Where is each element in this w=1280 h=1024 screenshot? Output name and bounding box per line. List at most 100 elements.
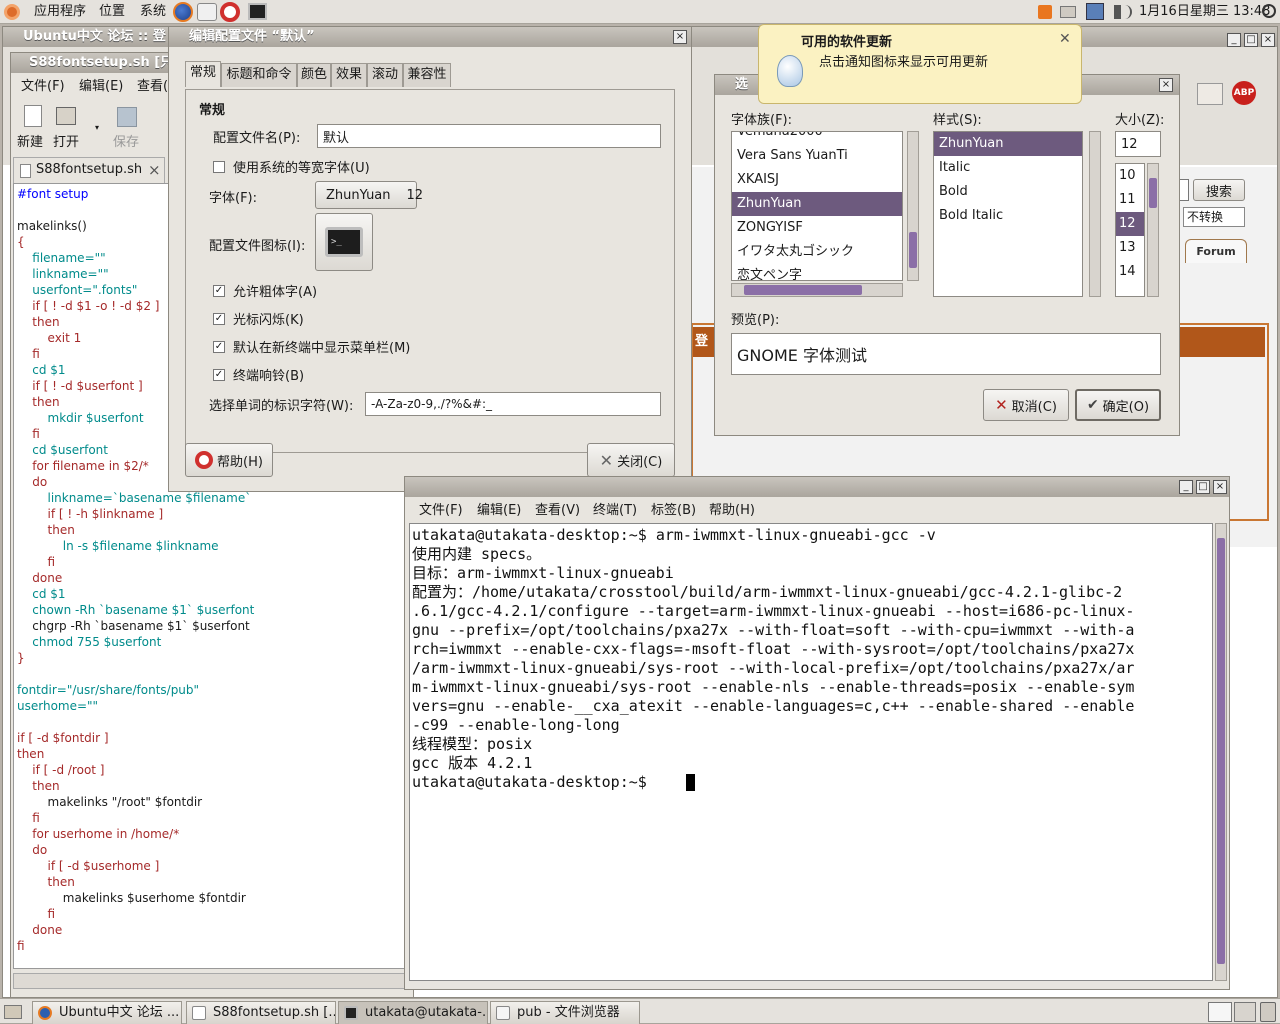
family-hscrollbar-thumb[interactable] bbox=[744, 285, 862, 295]
ok-button[interactable]: ✔ 确定(O) bbox=[1075, 389, 1161, 421]
editor-menu-edit[interactable]: 编辑(E) bbox=[79, 75, 123, 99]
terminal-bell-checkbox[interactable]: ✓ 终端响铃(B) bbox=[213, 365, 304, 384]
size-item[interactable]: 10 bbox=[1116, 164, 1144, 188]
tab-colors[interactable]: 颜色 bbox=[297, 63, 331, 87]
workspace-switcher-2[interactable] bbox=[1234, 1002, 1256, 1022]
terminal-menu-item[interactable]: 标签(B) bbox=[651, 499, 696, 523]
menu-applications[interactable]: 应用程序 bbox=[34, 0, 86, 24]
update-notification[interactable]: 可用的软件更新 点击通知图标来显示可用更新 ✕ bbox=[758, 24, 1082, 104]
style-item[interactable]: ZhunYuan bbox=[934, 132, 1082, 156]
editor-menu-file[interactable]: 文件(F) bbox=[21, 75, 65, 99]
terminal-scrollbar[interactable] bbox=[1215, 523, 1227, 981]
size-scrollbar-thumb[interactable] bbox=[1149, 178, 1157, 208]
workspace-switcher[interactable] bbox=[1208, 1002, 1232, 1022]
preview-text[interactable]: GNOME 字体测试 bbox=[731, 333, 1161, 375]
family-list[interactable]: Vemana2000 Vera Sans YuanTi XKAISJ ZhunYuan… bbox=[731, 131, 903, 281]
family-scrollbar-thumb[interactable] bbox=[909, 232, 917, 268]
browser-minimize-button[interactable]: _ bbox=[1227, 33, 1241, 47]
taskbar-item-editor[interactable]: S88fontsetup.sh [... bbox=[186, 1001, 336, 1024]
firefox-launcher-icon[interactable] bbox=[173, 2, 193, 22]
ubuntu-logo-icon[interactable] bbox=[4, 4, 20, 20]
help-button[interactable]: 帮助(H) bbox=[185, 443, 273, 477]
family-item[interactable]: XKAISJ bbox=[732, 168, 902, 192]
tab-compatibility[interactable]: 兼容性 bbox=[403, 63, 451, 87]
printer-icon[interactable] bbox=[1060, 6, 1076, 18]
terminal-scrollbar-thumb[interactable] bbox=[1217, 538, 1225, 964]
size-item[interactable]: 11 bbox=[1116, 188, 1144, 212]
browser-maximize-button[interactable]: □ bbox=[1244, 33, 1258, 47]
volume-icon[interactable] bbox=[1114, 5, 1132, 19]
menu-places[interactable]: 位置 bbox=[99, 0, 125, 24]
taskbar-item-files[interactable]: pub - 文件浏览器 bbox=[490, 1001, 640, 1024]
taskbar-item-terminal[interactable]: utakata@utakata-... bbox=[338, 1001, 488, 1024]
page-search-button[interactable]: 搜索 bbox=[1193, 179, 1245, 201]
style-item[interactable]: Bold Italic bbox=[934, 204, 1082, 228]
save-button[interactable]: 保存 bbox=[109, 103, 145, 150]
size-item[interactable]: 14 bbox=[1116, 260, 1144, 284]
tab-effects[interactable]: 效果 bbox=[331, 63, 367, 87]
profile-close-icon[interactable]: × bbox=[673, 30, 687, 44]
terminal-menu-item[interactable]: 帮助(H) bbox=[709, 499, 755, 523]
system-font-checkbox[interactable]: 使用系统的等宽字体(U) bbox=[213, 157, 370, 176]
convert-select[interactable]: 不转换 bbox=[1183, 207, 1245, 227]
style-item[interactable]: Italic bbox=[934, 156, 1082, 180]
font-dialog-close-icon[interactable]: × bbox=[1159, 78, 1173, 92]
family-item[interactable]: ZhunYuan bbox=[732, 192, 902, 216]
editor-hscrollbar[interactable] bbox=[13, 973, 411, 989]
trash-icon[interactable] bbox=[1260, 1002, 1276, 1022]
editor-tab[interactable]: S88fontsetup.sh × bbox=[13, 157, 165, 183]
new-button[interactable]: 新建 bbox=[15, 103, 51, 150]
family-scrollbar[interactable] bbox=[907, 131, 919, 281]
profile-name-input[interactable]: 默认 bbox=[317, 124, 661, 148]
show-desktop-icon[interactable] bbox=[4, 1005, 22, 1019]
font-picker-button[interactable]: ZhunYuan 12 bbox=[315, 181, 423, 209]
terminal-menu-item[interactable]: 查看(V) bbox=[535, 499, 580, 523]
size-input[interactable]: 12 bbox=[1115, 131, 1161, 157]
word-chars-input[interactable]: -A-Za-z0-9,./?%&#:_ bbox=[365, 392, 661, 416]
allow-bold-checkbox[interactable]: ✓ 允许粗体字(A) bbox=[213, 281, 317, 300]
help-launcher-icon[interactable] bbox=[220, 2, 240, 22]
taskbar-item-browser[interactable]: Ubuntu中文 论坛 ... bbox=[32, 1001, 182, 1024]
tab-title-command[interactable]: 标题和命令 bbox=[221, 63, 297, 87]
power-icon[interactable] bbox=[1262, 4, 1276, 18]
family-item[interactable]: 恋文ペン字 bbox=[732, 264, 902, 280]
show-menubar-checkbox[interactable]: ✓ 默认在新终端中显示菜单栏(M) bbox=[213, 337, 410, 356]
tab-close-icon[interactable]: × bbox=[148, 161, 161, 179]
family-item[interactable]: イワタ太丸ゴシック bbox=[732, 240, 902, 264]
terminal-menu-item[interactable]: 终端(T) bbox=[593, 499, 637, 523]
forum-tab[interactable]: Forum bbox=[1185, 239, 1247, 263]
editor-menu-view[interactable]: 查看( bbox=[137, 75, 168, 99]
size-item[interactable]: 13 bbox=[1116, 236, 1144, 260]
tab-general[interactable]: 常规 bbox=[185, 61, 221, 87]
open-button[interactable]: ▾ 打开 bbox=[51, 103, 99, 150]
menu-system[interactable]: 系统 bbox=[140, 0, 166, 24]
close-button[interactable]: ✕ 关闭(C) bbox=[587, 443, 675, 477]
terminal-menu-item[interactable]: 编辑(E) bbox=[477, 499, 521, 523]
terminal-close-button[interactable]: × bbox=[1213, 480, 1227, 494]
terminal-minimize-button[interactable]: _ bbox=[1179, 480, 1193, 494]
family-item[interactable]: Vera Sans YuanTi bbox=[732, 144, 902, 168]
style-item[interactable]: Bold bbox=[934, 180, 1082, 204]
family-hscrollbar[interactable] bbox=[731, 283, 903, 297]
size-scrollbar[interactable] bbox=[1147, 163, 1159, 297]
style-scrollbar[interactable] bbox=[1089, 131, 1101, 297]
cursor-blink-checkbox[interactable]: ✓ 光标闪烁(K) bbox=[213, 309, 304, 328]
notification-close-icon[interactable]: ✕ bbox=[1059, 31, 1071, 47]
size-list[interactable]: 10 11 12 13 14 bbox=[1115, 163, 1145, 297]
profile-icon-button[interactable]: >_ bbox=[315, 213, 373, 271]
adblock-icon[interactable]: ABP bbox=[1232, 81, 1256, 105]
family-item[interactable]: ZONGYISF bbox=[732, 216, 902, 240]
terminal-screen[interactable]: utakata@utakata-desktop:~$ arm-iwmmxt-li… bbox=[409, 523, 1213, 981]
family-item[interactable]: Vemana2000 bbox=[732, 132, 902, 144]
browser-close-button[interactable]: × bbox=[1261, 33, 1275, 47]
terminal-menu-item[interactable]: 文件(F) bbox=[419, 499, 463, 523]
open-dropdown-icon[interactable]: ▾ bbox=[95, 123, 99, 132]
search-icon[interactable] bbox=[1197, 83, 1223, 105]
tab-scrolling[interactable]: 滚动 bbox=[367, 63, 403, 87]
mail-launcher-icon[interactable] bbox=[197, 3, 217, 21]
update-notifier-icon[interactable] bbox=[1038, 5, 1052, 19]
style-list[interactable]: ZhunYuan Italic Bold Bold Italic bbox=[933, 131, 1083, 297]
network-icon[interactable] bbox=[1086, 3, 1104, 20]
size-item[interactable]: 12 bbox=[1116, 212, 1144, 236]
clock[interactable]: 1月16日星期三 13:48 bbox=[1139, 0, 1270, 24]
